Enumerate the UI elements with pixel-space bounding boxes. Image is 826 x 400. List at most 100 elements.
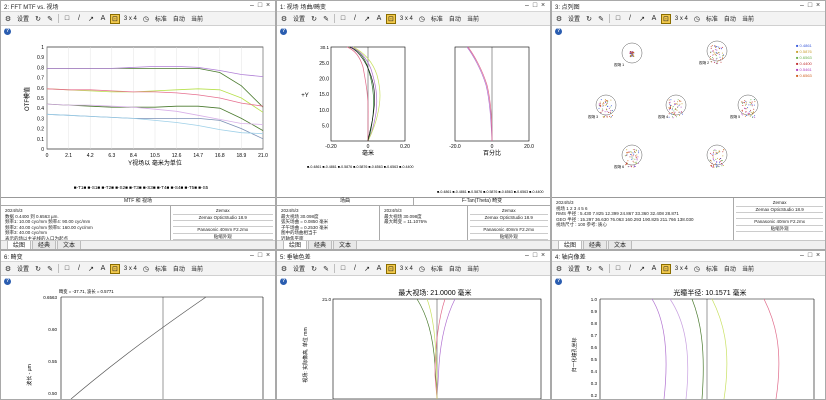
layout-dropdown[interactable]: 3 x 4	[398, 14, 415, 24]
layout-dropdown[interactable]: 3 x 4	[673, 14, 690, 24]
help-icon[interactable]: ?	[4, 277, 11, 285]
title-bar[interactable]: 3: 点列图 – □ ×	[552, 1, 825, 12]
clock-icon[interactable]: ◷	[692, 264, 702, 274]
fit-icon[interactable]: ⊡	[661, 13, 671, 24]
rectangle-icon[interactable]: □	[62, 14, 72, 24]
pencil-icon[interactable]: ✎	[321, 264, 331, 274]
refresh-icon[interactable]: ↻	[309, 14, 319, 24]
refresh-icon[interactable]: ↻	[33, 14, 43, 24]
pencil-icon[interactable]: ✎	[596, 14, 606, 24]
fit-icon[interactable]: ⊡	[661, 263, 671, 274]
settings-button[interactable]: 设置	[291, 14, 307, 24]
maximize-icon[interactable]: □	[806, 252, 814, 260]
line-icon[interactable]: /	[625, 14, 635, 24]
pencil-icon[interactable]: ✎	[321, 14, 331, 24]
current-dropdown[interactable]: 当前	[465, 264, 481, 274]
text-icon[interactable]: A	[649, 264, 659, 274]
maximize-icon[interactable]: □	[256, 2, 264, 10]
tab-text[interactable]: 文本	[57, 241, 82, 249]
auto-dropdown[interactable]: 自动	[722, 14, 738, 24]
gear-icon[interactable]: ⚙	[279, 264, 289, 274]
minimize-icon[interactable]: –	[248, 252, 256, 260]
line-icon[interactable]: /	[350, 14, 360, 24]
help-icon[interactable]: ?	[555, 27, 562, 35]
maximize-icon[interactable]: □	[531, 2, 539, 10]
minimize-icon[interactable]: –	[523, 2, 531, 10]
gear-icon[interactable]: ⚙	[3, 264, 13, 274]
fit-icon[interactable]: ⊡	[110, 13, 120, 24]
maximize-icon[interactable]: □	[806, 2, 814, 10]
maximize-icon[interactable]: □	[531, 252, 539, 260]
settings-button[interactable]: 设置	[566, 14, 582, 24]
tab-classic[interactable]: 经典	[308, 241, 333, 249]
fit-icon[interactable]: ⊡	[110, 263, 120, 274]
tab-text[interactable]: 文本	[608, 241, 633, 249]
tab-classic[interactable]: 经典	[583, 241, 608, 249]
rectangle-icon[interactable]: □	[338, 14, 348, 24]
layout-dropdown[interactable]: 3 x 4	[122, 14, 139, 24]
close-icon[interactable]: ×	[264, 2, 272, 10]
pencil-icon[interactable]: ✎	[45, 264, 55, 274]
rectangle-icon[interactable]: □	[613, 14, 623, 24]
settings-button[interactable]: 设置	[291, 264, 307, 274]
clock-icon[interactable]: ◷	[141, 14, 151, 24]
settings-button[interactable]: 设置	[566, 264, 582, 274]
fit-icon[interactable]: ⊡	[386, 13, 396, 24]
refresh-icon[interactable]: ↻	[584, 14, 594, 24]
auto-dropdown[interactable]: 自动	[171, 14, 187, 24]
arrow-icon[interactable]: ↗	[637, 14, 647, 24]
maximize-icon[interactable]: □	[256, 252, 264, 260]
pencil-icon[interactable]: ✎	[596, 264, 606, 274]
rectangle-icon[interactable]: □	[62, 264, 72, 274]
help-icon[interactable]: ?	[280, 277, 287, 285]
arrow-icon[interactable]: ↗	[637, 264, 647, 274]
auto-dropdown[interactable]: 自动	[722, 264, 738, 274]
tab-graph[interactable]: 绘图	[558, 241, 583, 249]
current-dropdown[interactable]: 当前	[740, 14, 756, 24]
text-icon[interactable]: A	[374, 14, 384, 24]
minimize-icon[interactable]: –	[798, 2, 806, 10]
rectangle-icon[interactable]: □	[613, 264, 623, 274]
tab-graph[interactable]: 绘图	[283, 241, 308, 249]
fit-icon[interactable]: ⊡	[386, 263, 396, 274]
layout-dropdown[interactable]: 3 x 4	[398, 264, 415, 274]
refresh-icon[interactable]: ↻	[584, 264, 594, 274]
auto-dropdown[interactable]: 自动	[171, 264, 187, 274]
layout-dropdown[interactable]: 3 x 4	[673, 264, 690, 274]
close-icon[interactable]: ×	[539, 252, 547, 260]
standard-dropdown[interactable]: 标准	[153, 264, 169, 274]
arrow-icon[interactable]: ↗	[362, 14, 372, 24]
clock-icon[interactable]: ◷	[141, 264, 151, 274]
close-icon[interactable]: ×	[264, 252, 272, 260]
current-dropdown[interactable]: 当前	[465, 14, 481, 24]
line-icon[interactable]: /	[74, 264, 84, 274]
minimize-icon[interactable]: –	[798, 252, 806, 260]
close-icon[interactable]: ×	[814, 252, 822, 260]
close-icon[interactable]: ×	[539, 2, 547, 10]
title-bar[interactable]: 2: FFT MTF vs. 视场 – □ ×	[1, 1, 275, 12]
text-icon[interactable]: A	[98, 264, 108, 274]
settings-button[interactable]: 设置	[15, 14, 31, 24]
title-bar[interactable]: 5: 垂轴色差 – □ ×	[277, 251, 550, 262]
gear-icon[interactable]: ⚙	[554, 14, 564, 24]
auto-dropdown[interactable]: 自动	[447, 264, 463, 274]
help-icon[interactable]: ?	[555, 277, 562, 285]
clock-icon[interactable]: ◷	[692, 14, 702, 24]
standard-dropdown[interactable]: 标准	[429, 264, 445, 274]
standard-dropdown[interactable]: 标准	[429, 14, 445, 24]
current-dropdown[interactable]: 当前	[189, 14, 205, 24]
arrow-icon[interactable]: ↗	[362, 264, 372, 274]
gear-icon[interactable]: ⚙	[554, 264, 564, 274]
line-icon[interactable]: /	[625, 264, 635, 274]
tab-classic[interactable]: 经典	[32, 241, 57, 249]
auto-dropdown[interactable]: 自动	[447, 14, 463, 24]
standard-dropdown[interactable]: 标准	[704, 264, 720, 274]
refresh-icon[interactable]: ↻	[33, 264, 43, 274]
help-icon[interactable]: ?	[4, 27, 11, 35]
pencil-icon[interactable]: ✎	[45, 14, 55, 24]
arrow-icon[interactable]: ↗	[86, 14, 96, 24]
current-dropdown[interactable]: 当前	[740, 264, 756, 274]
refresh-icon[interactable]: ↻	[309, 264, 319, 274]
close-icon[interactable]: ×	[814, 2, 822, 10]
title-bar[interactable]: 1: 视场 场曲/畸变 – □ ×	[277, 1, 550, 12]
